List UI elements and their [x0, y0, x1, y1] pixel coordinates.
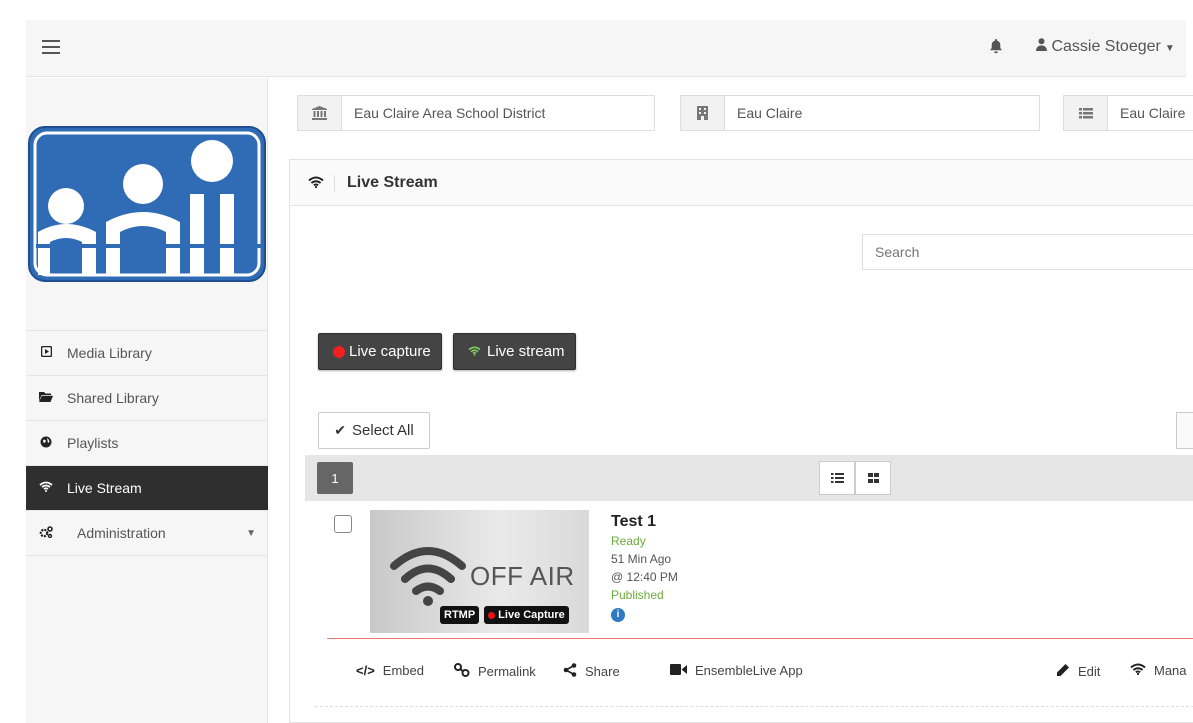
app-window: Cassie Stoeger ▼ Media Library Shared Li…: [0, 0, 1193, 723]
item-actions: </> Embed Permalink Share EnsembleLive A…: [356, 663, 1193, 683]
district-selector[interactable]: Eau Claire Area School District: [297, 95, 655, 131]
item-age: 51 Min Ago: [611, 552, 672, 566]
item-thumbnail[interactable]: OFF AIR RTMP Live Capture: [370, 510, 589, 633]
hamburger-icon[interactable]: [42, 40, 60, 54]
wifi-icon: [308, 174, 335, 191]
sidebar-nav: Media Library Shared Library Playlists L…: [26, 330, 268, 556]
live-capture-button[interactable]: Live capture: [318, 333, 442, 370]
library-selector[interactable]: Eau Claire: [1063, 95, 1193, 131]
live-stream-label: Live stream: [487, 343, 565, 360]
permalink-label: Permalink: [478, 664, 536, 679]
sidebar-item-live-stream[interactable]: Live Stream: [26, 466, 268, 511]
item-publish-state: Published: [611, 588, 664, 602]
select-all-label: Select All: [352, 422, 414, 439]
info-icon[interactable]: i: [611, 608, 625, 622]
share-label: Share: [585, 664, 620, 679]
record-dot-icon: [488, 611, 496, 619]
user-icon: [1036, 38, 1051, 55]
caret-down-icon: ▼: [1164, 43, 1175, 54]
wifi-icon: [388, 544, 468, 611]
globe-icon: [39, 436, 53, 451]
share-icon: [563, 663, 577, 680]
sidebar-item-label: Live Stream: [67, 480, 142, 496]
thumbnail-badges: RTMP Live Capture: [440, 606, 569, 624]
live-capture-badge: Live Capture: [484, 606, 569, 624]
item-time: @ 12:40 PM: [611, 570, 678, 584]
grid-icon: [867, 471, 879, 486]
search-input[interactable]: [862, 234, 1193, 270]
sidebar-item-shared-library[interactable]: Shared Library: [26, 376, 268, 421]
sidebar-item-label: Shared Library: [67, 390, 159, 406]
grid-view-button[interactable]: [855, 461, 891, 495]
item-divider: [327, 638, 1193, 639]
sidebar-item-label: Playlists: [67, 435, 119, 451]
live-capture-label: Live capture: [349, 343, 431, 360]
select-all-button[interactable]: ✔ Select All: [318, 412, 430, 449]
page-number-button[interactable]: 1: [317, 462, 353, 494]
live-capture-badge-label: Live Capture: [498, 609, 565, 621]
bulk-action-button[interactable]: [1176, 412, 1193, 449]
organization-logo: [26, 124, 268, 284]
sidebar: Media Library Shared Library Playlists L…: [26, 78, 268, 723]
cogs-icon: [39, 525, 53, 541]
wifi-icon: [39, 481, 53, 495]
code-icon: </>: [356, 663, 375, 678]
permalink-button[interactable]: Permalink: [454, 663, 536, 680]
user-menu[interactable]: Cassie Stoeger ▼: [1036, 38, 1175, 56]
play-square-icon: [39, 345, 53, 360]
library-value: Eau Claire: [1120, 105, 1186, 121]
wifi-icon: [1130, 663, 1146, 678]
check-icon: ✔: [334, 422, 347, 438]
panel-header: Live Stream: [290, 160, 1193, 206]
live-stream-panel: Live Stream Live capture Live stream ✔ S…: [289, 159, 1193, 723]
item-bottom-divider: [315, 706, 1193, 707]
ensemblelive-app-button[interactable]: EnsembleLive App: [670, 663, 803, 678]
item-status: Ready: [611, 534, 646, 548]
embed-label: Embed: [382, 663, 424, 678]
user-name: Cassie Stoeger: [1051, 38, 1161, 55]
item-title[interactable]: Test 1: [611, 512, 678, 532]
rtmp-badge: RTMP: [440, 606, 480, 624]
sidebar-item-media-library[interactable]: Media Library: [26, 331, 268, 376]
list-view-button[interactable]: [819, 461, 855, 495]
bell-icon[interactable]: [989, 39, 1003, 58]
edit-label: Edit: [1078, 664, 1101, 679]
manage-button[interactable]: Mana: [1130, 663, 1187, 678]
caret-down-icon[interactable]: ▼: [246, 528, 256, 539]
top-bar: Cassie Stoeger ▼: [26, 20, 1186, 77]
record-dot-icon: [333, 345, 345, 358]
institution-icon: [298, 96, 342, 130]
list-icon: [830, 471, 844, 486]
school-selector[interactable]: Eau Claire: [680, 95, 1040, 131]
edit-button[interactable]: Edit: [1056, 663, 1100, 680]
wifi-icon: [468, 345, 481, 359]
live-stream-button[interactable]: Live stream: [453, 333, 576, 370]
sidebar-item-administration[interactable]: Administration ▼: [26, 511, 268, 556]
district-value: Eau Claire Area School District: [354, 105, 546, 121]
off-air-label: OFF AIR: [470, 561, 575, 591]
video-camera-icon: [670, 663, 687, 678]
sidebar-item-label: Administration: [77, 525, 166, 541]
embed-button[interactable]: </> Embed: [356, 663, 424, 678]
link-icon: [454, 663, 470, 680]
pager-bar: 1: [305, 455, 1193, 501]
manage-label: Mana: [1154, 663, 1187, 678]
list-icon: [1064, 96, 1108, 130]
panel-title: Live Stream: [347, 173, 438, 191]
school-value: Eau Claire: [737, 105, 803, 121]
sidebar-item-label: Media Library: [67, 345, 152, 361]
folder-open-icon: [39, 391, 53, 405]
share-button[interactable]: Share: [563, 663, 620, 680]
sidebar-item-playlists[interactable]: Playlists: [26, 421, 268, 466]
pencil-icon: [1056, 663, 1070, 680]
building-icon: [681, 96, 725, 130]
item-checkbox[interactable]: [334, 515, 352, 533]
item-meta: Test 1 Ready 51 Min Ago @ 12:40 PM Publi…: [611, 512, 678, 622]
ensemblelive-app-label: EnsembleLive App: [695, 663, 803, 678]
